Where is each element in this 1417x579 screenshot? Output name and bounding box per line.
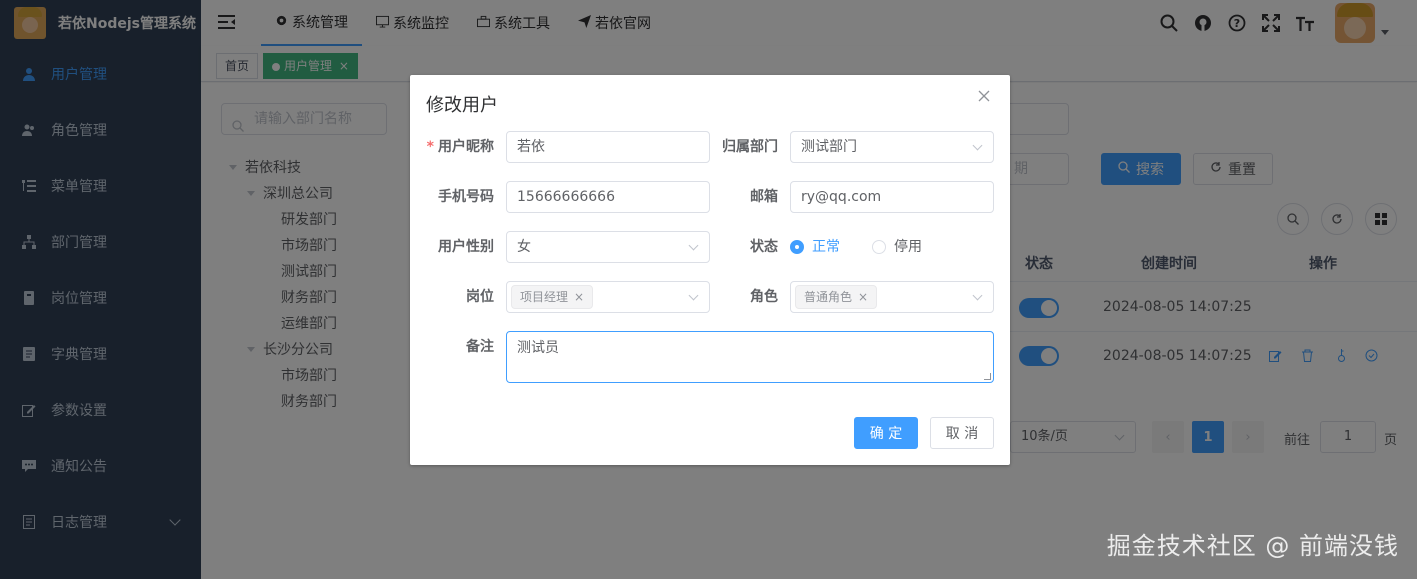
chevron-down-icon: [688, 290, 699, 301]
radio-dot: [790, 240, 804, 254]
nickname-input[interactable]: 若依: [506, 131, 710, 163]
role-label: 角色: [750, 289, 778, 305]
status-radio-disabled[interactable]: 停用: [872, 231, 922, 263]
nickname-label: * 用户昵称: [426, 139, 494, 155]
email-label: 邮箱: [750, 189, 778, 205]
confirm-button[interactable]: 确 定: [854, 417, 918, 449]
sex-label: 用户性别: [438, 239, 494, 255]
role-select[interactable]: 普通角色 ×: [790, 281, 994, 313]
post-select[interactable]: 项目经理 ×: [506, 281, 710, 313]
watermark: 掘金技术社区 @ 前端没钱: [1106, 532, 1399, 560]
chevron-down-icon: [972, 140, 983, 151]
close-icon[interactable]: ×: [574, 290, 584, 304]
dept-select[interactable]: 测试部门: [790, 131, 994, 163]
close-icon[interactable]: ×: [858, 290, 868, 304]
remark-textarea[interactable]: 测试员: [506, 331, 994, 383]
email-input[interactable]: ry@qq.com: [790, 181, 994, 213]
sex-select[interactable]: 女: [506, 231, 710, 263]
status-label: 状态: [750, 239, 778, 255]
chevron-down-icon: [688, 240, 699, 251]
resize-handle[interactable]: [984, 373, 991, 380]
status-radio-normal[interactable]: 正常: [790, 231, 840, 263]
edit-user-dialog: 修改用户 * 用户昵称 若依 归属部门 测试部门 手机号码 15666666666…: [410, 75, 1010, 465]
phone-input[interactable]: 15666666666: [506, 181, 710, 213]
post-tag: 项目经理 ×: [511, 285, 594, 309]
dept-label: 归属部门: [722, 139, 778, 155]
post-label: 岗位: [466, 289, 494, 305]
radio-dot: [872, 240, 886, 254]
dialog-title: 修改用户: [426, 95, 498, 116]
phone-label: 手机号码: [438, 189, 494, 205]
remark-label: 备注: [466, 339, 494, 355]
role-tag: 普通角色 ×: [795, 285, 878, 309]
chevron-down-icon: [972, 290, 983, 301]
cancel-button[interactable]: 取 消: [930, 417, 994, 449]
close-icon[interactable]: [978, 90, 992, 104]
